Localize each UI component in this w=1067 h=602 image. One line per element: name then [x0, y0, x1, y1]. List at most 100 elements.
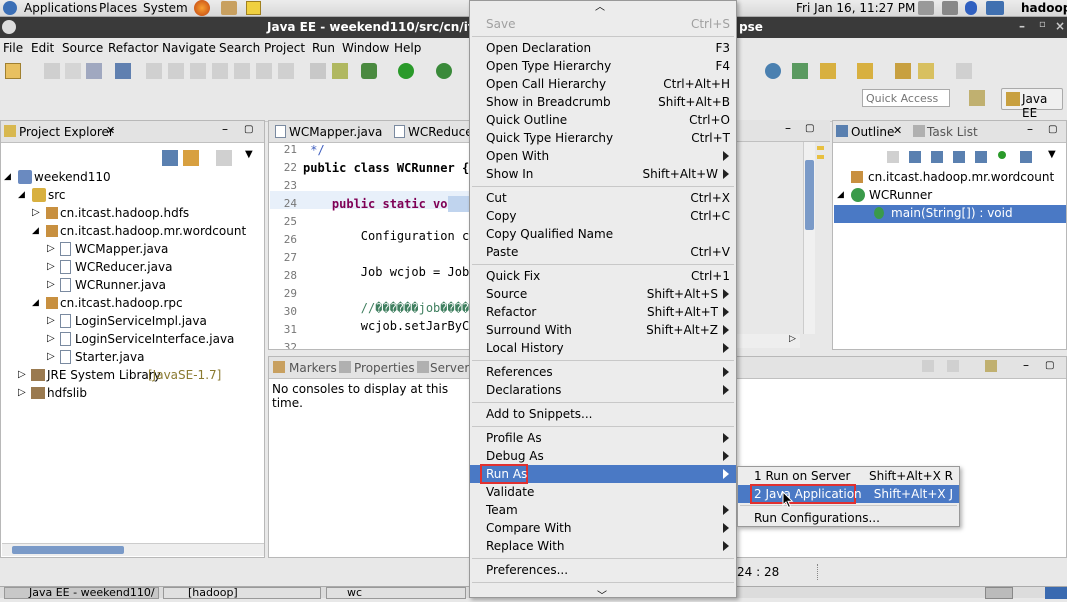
menu-navigate[interactable]: Navigate — [162, 41, 216, 55]
scroll-up-icon[interactable]: ︿ — [595, 0, 605, 13]
code-line[interactable]: Job wcjob = Job.ge — [303, 265, 491, 279]
back-icon[interactable] — [918, 63, 934, 79]
collapse-icon[interactable]: ◢ — [4, 172, 11, 182]
save-icon[interactable] — [44, 63, 60, 79]
step-into-icon[interactable] — [234, 63, 250, 79]
debug-icon[interactable] — [361, 63, 377, 79]
menu-item-validate[interactable]: Validate — [470, 483, 736, 501]
gnome-foot-icon[interactable] — [3, 1, 17, 15]
collapse-icon[interactable]: ◢ — [18, 190, 25, 200]
taskbar-item-hadoop[interactable]: [hadoop] — [163, 587, 321, 599]
menu-item-preferences[interactable]: Preferences... — [470, 561, 736, 579]
menu-run[interactable]: Run — [312, 41, 335, 55]
menu-item-references[interactable]: References — [470, 363, 736, 381]
menu-item-quick-outline[interactable]: Quick Outline Ctrl+O — [470, 111, 736, 129]
menu-item-open-declaration[interactable]: Open Declaration F3 — [470, 39, 736, 57]
quick-access-input[interactable] — [862, 89, 950, 107]
warning-marker[interactable] — [817, 146, 824, 150]
tab-wcmapper[interactable]: WCMapper.java — [289, 125, 382, 139]
code-line[interactable]: Configuration conf — [303, 229, 491, 243]
hide-nonpublic-icon[interactable] — [998, 151, 1006, 159]
expand-icon[interactable]: ▷ — [47, 333, 55, 344]
scrollbar-thumb[interactable] — [12, 546, 124, 554]
scroll-down-icon[interactable]: ﹀ — [597, 587, 607, 602]
hide-static-icon[interactable] — [975, 151, 987, 163]
submenu-item-run-configurations[interactable]: Run Configurations... — [738, 509, 959, 527]
maximize-view-icon[interactable]: ▢ — [244, 124, 253, 135]
menu-window[interactable]: Window — [342, 41, 389, 55]
menu-item-debug-as[interactable]: Debug As — [470, 447, 736, 465]
editor-hscroll-right[interactable]: ▷ — [737, 334, 800, 348]
code-line[interactable]: wcjob.setJarByClas — [303, 319, 491, 333]
network-icon[interactable] — [918, 1, 934, 15]
menu-item-declarations[interactable]: Declarations — [470, 381, 736, 399]
menu-item-compare-with[interactable]: Compare With — [470, 519, 736, 537]
collapse-icon[interactable]: ◢ — [32, 298, 39, 308]
last-edit-icon[interactable] — [895, 63, 911, 79]
user-name[interactable]: hadoop — [1021, 1, 1067, 15]
minimize-view-icon[interactable]: – — [222, 122, 228, 136]
volume-icon[interactable] — [942, 1, 958, 15]
pin-console-icon[interactable] — [922, 360, 934, 372]
open-perspective-icon[interactable] — [969, 90, 985, 106]
menu-help[interactable]: Help — [394, 41, 421, 55]
menu-file[interactable]: File — [3, 41, 23, 55]
submenu-item-run-on-server[interactable]: 1 Run on Server Shift+Alt+X R — [738, 467, 959, 485]
previous-annotation-icon[interactable] — [857, 63, 873, 79]
terminate-icon[interactable] — [190, 63, 206, 79]
menu-item-cut[interactable]: Cut Ctrl+X — [470, 189, 736, 207]
tab-markers[interactable]: Markers — [289, 361, 337, 375]
maximize-view-icon[interactable]: ▢ — [805, 123, 814, 134]
menu-project[interactable]: Project — [264, 41, 305, 55]
expand-icon[interactable]: ▷ — [18, 369, 26, 380]
bluetooth-icon[interactable] — [965, 1, 977, 15]
menu-item-quick-fix[interactable]: Quick Fix Ctrl+1 — [470, 267, 736, 285]
collapse-icon[interactable]: ◢ — [837, 190, 844, 200]
expand-icon[interactable]: ▷ — [47, 279, 55, 290]
horizontal-scrollbar[interactable] — [2, 543, 264, 556]
menu-item-quick-type-hierarchy[interactable]: Quick Type Hierarchy Ctrl+T — [470, 129, 736, 147]
skip-breakpoints-icon[interactable] — [115, 63, 131, 79]
resume-icon[interactable] — [146, 63, 162, 79]
collapse-all-icon[interactable] — [909, 151, 921, 163]
menu-item-open-with[interactable]: Open With — [470, 147, 736, 165]
display-icon[interactable] — [986, 1, 1004, 15]
project-explorer-title[interactable]: Project Explorer — [19, 125, 114, 139]
taskbar-item-wc[interactable]: wc — [326, 587, 466, 599]
forward-icon[interactable] — [956, 63, 972, 79]
use-step-filters-icon[interactable] — [332, 63, 348, 79]
menu-source[interactable]: Source — [62, 41, 103, 55]
close-icon[interactable]: × — [1055, 19, 1065, 33]
tab-properties[interactable]: Properties — [354, 361, 415, 375]
scrollbar-thumb[interactable] — [805, 160, 814, 230]
hide-fields-icon[interactable] — [953, 151, 965, 163]
tab-task-list[interactable]: Task List — [927, 125, 978, 139]
minimize-view-icon[interactable]: – — [1023, 358, 1029, 372]
view-menu-icon[interactable]: ▼ — [1048, 149, 1056, 160]
menu-item-local-history[interactable]: Local History — [470, 339, 736, 357]
run-icon[interactable] — [398, 63, 414, 79]
hide-local-types-icon[interactable] — [1020, 151, 1032, 163]
link-with-editor-icon[interactable] — [183, 150, 199, 166]
menu-item-copy[interactable]: Copy Ctrl+C — [470, 207, 736, 225]
external-tools-icon[interactable] — [436, 63, 452, 79]
expand-icon[interactable]: ▷ — [18, 387, 26, 398]
print-icon[interactable] — [86, 63, 102, 79]
step-over-icon[interactable] — [256, 63, 272, 79]
workspace-active[interactable] — [1045, 587, 1067, 599]
menu-edit[interactable]: Edit — [31, 41, 54, 55]
close-tab-icon[interactable]: ✕ — [893, 124, 902, 137]
next-annotation-icon[interactable] — [820, 63, 836, 79]
workspace-switcher[interactable] — [985, 587, 1013, 599]
code-line[interactable]: //������job���� — [303, 301, 469, 315]
open-console-icon[interactable] — [985, 360, 997, 372]
scroll-right-icon[interactable]: ▷ — [789, 334, 796, 344]
system-menu[interactable]: System — [143, 1, 188, 15]
display-console-icon[interactable] — [947, 360, 959, 372]
code-line[interactable]: */ — [303, 143, 324, 157]
mail-icon[interactable] — [221, 1, 237, 15]
maximize-icon[interactable]: ▫ — [1039, 19, 1046, 30]
perspective-java-ee[interactable]: Java EE — [1001, 88, 1063, 120]
submenu-item-java-application[interactable]: 2 Java Application Shift+Alt+X J — [738, 484, 959, 504]
code-line[interactable]: public class WCRunner { — [303, 161, 469, 175]
